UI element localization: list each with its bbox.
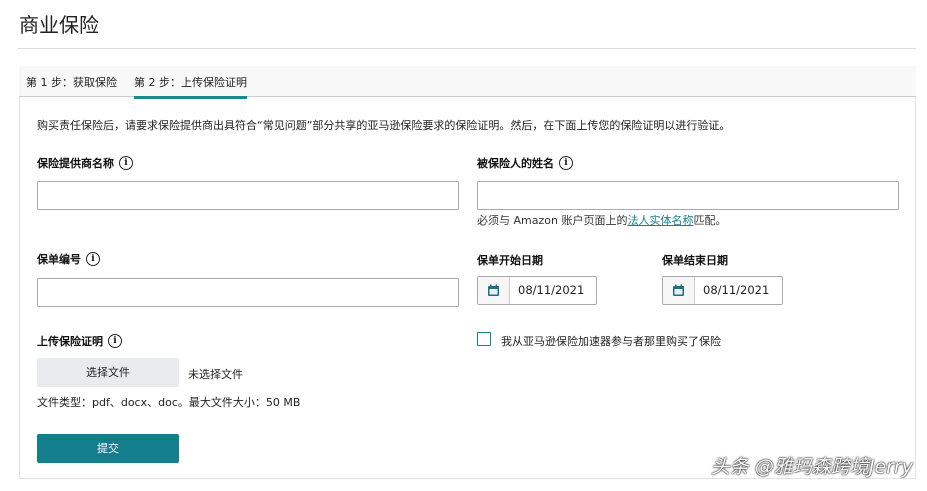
tab-step-2[interactable]: 第 2 步：上传保险证明 xyxy=(134,74,247,99)
accelerator-checkbox[interactable] xyxy=(477,332,491,346)
no-file-text: 未选择文件 xyxy=(188,368,243,381)
policy-number-label: 保单编号 i xyxy=(37,251,100,267)
provider-label: 保险提供商名称 i xyxy=(37,155,133,171)
start-date-value: 08/11/2021 xyxy=(518,283,585,297)
tab-step-1[interactable]: 第 1 步：获取保险 xyxy=(26,74,117,90)
info-icon[interactable]: i xyxy=(119,156,133,170)
policy-number-input[interactable] xyxy=(37,278,459,307)
calendar-icon[interactable] xyxy=(663,277,695,304)
submit-button[interactable]: 提交 xyxy=(37,434,179,463)
start-date-picker[interactable]: 08/11/2021 xyxy=(477,276,597,305)
end-date-value: 08/11/2021 xyxy=(703,283,770,297)
intro-text: 购买责任保险后，请要求保险提供商出具符合“常见问题”部分共享的亚马逊保险要求的保… xyxy=(37,119,731,132)
page-title: 商业保险 xyxy=(19,13,99,37)
insured-help: 必须与 Amazon 账户页面上的法人实体名称匹配。 xyxy=(477,214,727,227)
info-icon[interactable]: i xyxy=(559,156,573,170)
insured-label: 被保险人的姓名 i xyxy=(477,155,573,171)
provider-input[interactable] xyxy=(37,181,459,210)
insured-name-input[interactable] xyxy=(477,181,899,210)
accelerator-label: 我从亚马逊保险加速器参与者那里购买了保险 xyxy=(501,335,721,348)
calendar-icon[interactable] xyxy=(478,277,510,304)
start-date-label: 保单开始日期 xyxy=(477,254,543,267)
step-tabs: 第 1 步：获取保险 第 2 步：上传保险证明 xyxy=(19,66,916,99)
choose-file-button[interactable]: 选择文件 xyxy=(37,358,179,387)
end-date-label: 保单结束日期 xyxy=(662,254,728,267)
file-info: 文件类型：pdf、docx、doc。最大文件大小：50 MB xyxy=(37,396,301,409)
legal-entity-link[interactable]: 法人实体名称 xyxy=(627,214,693,227)
info-icon[interactable]: i xyxy=(108,334,122,348)
end-date-picker[interactable]: 08/11/2021 xyxy=(662,276,783,305)
divider xyxy=(18,48,916,49)
info-icon[interactable]: i xyxy=(86,252,100,266)
upload-label: 上传保险证明 i xyxy=(37,333,122,349)
watermark: 头条 @雅玛森跨境Jerry xyxy=(710,456,913,478)
